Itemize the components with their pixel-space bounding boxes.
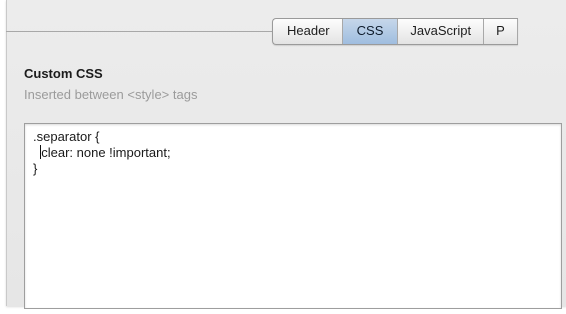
tab-css[interactable]: CSS <box>342 19 399 44</box>
code-line-1: .separator { <box>33 129 100 144</box>
tab-divider <box>6 31 272 32</box>
css-editor[interactable]: .separator { clear: none !important; } <box>24 123 562 309</box>
tab-partial[interactable]: P <box>484 19 518 44</box>
tab-header[interactable]: Header <box>273 19 343 44</box>
section-subtitle: Inserted between <style> tags <box>24 87 198 102</box>
code-line-2-text: clear: none !important; <box>41 145 171 160</box>
code-line-3: } <box>33 161 38 176</box>
code-line-2: clear: none !important; <box>33 145 553 161</box>
section-title: Custom CSS <box>24 66 103 81</box>
tab-javascript[interactable]: JavaScript <box>398 19 485 44</box>
preferences-window: Header CSS JavaScript P Custom CSS Inser… <box>0 0 566 314</box>
tab-bar: Header CSS JavaScript P <box>272 18 518 45</box>
